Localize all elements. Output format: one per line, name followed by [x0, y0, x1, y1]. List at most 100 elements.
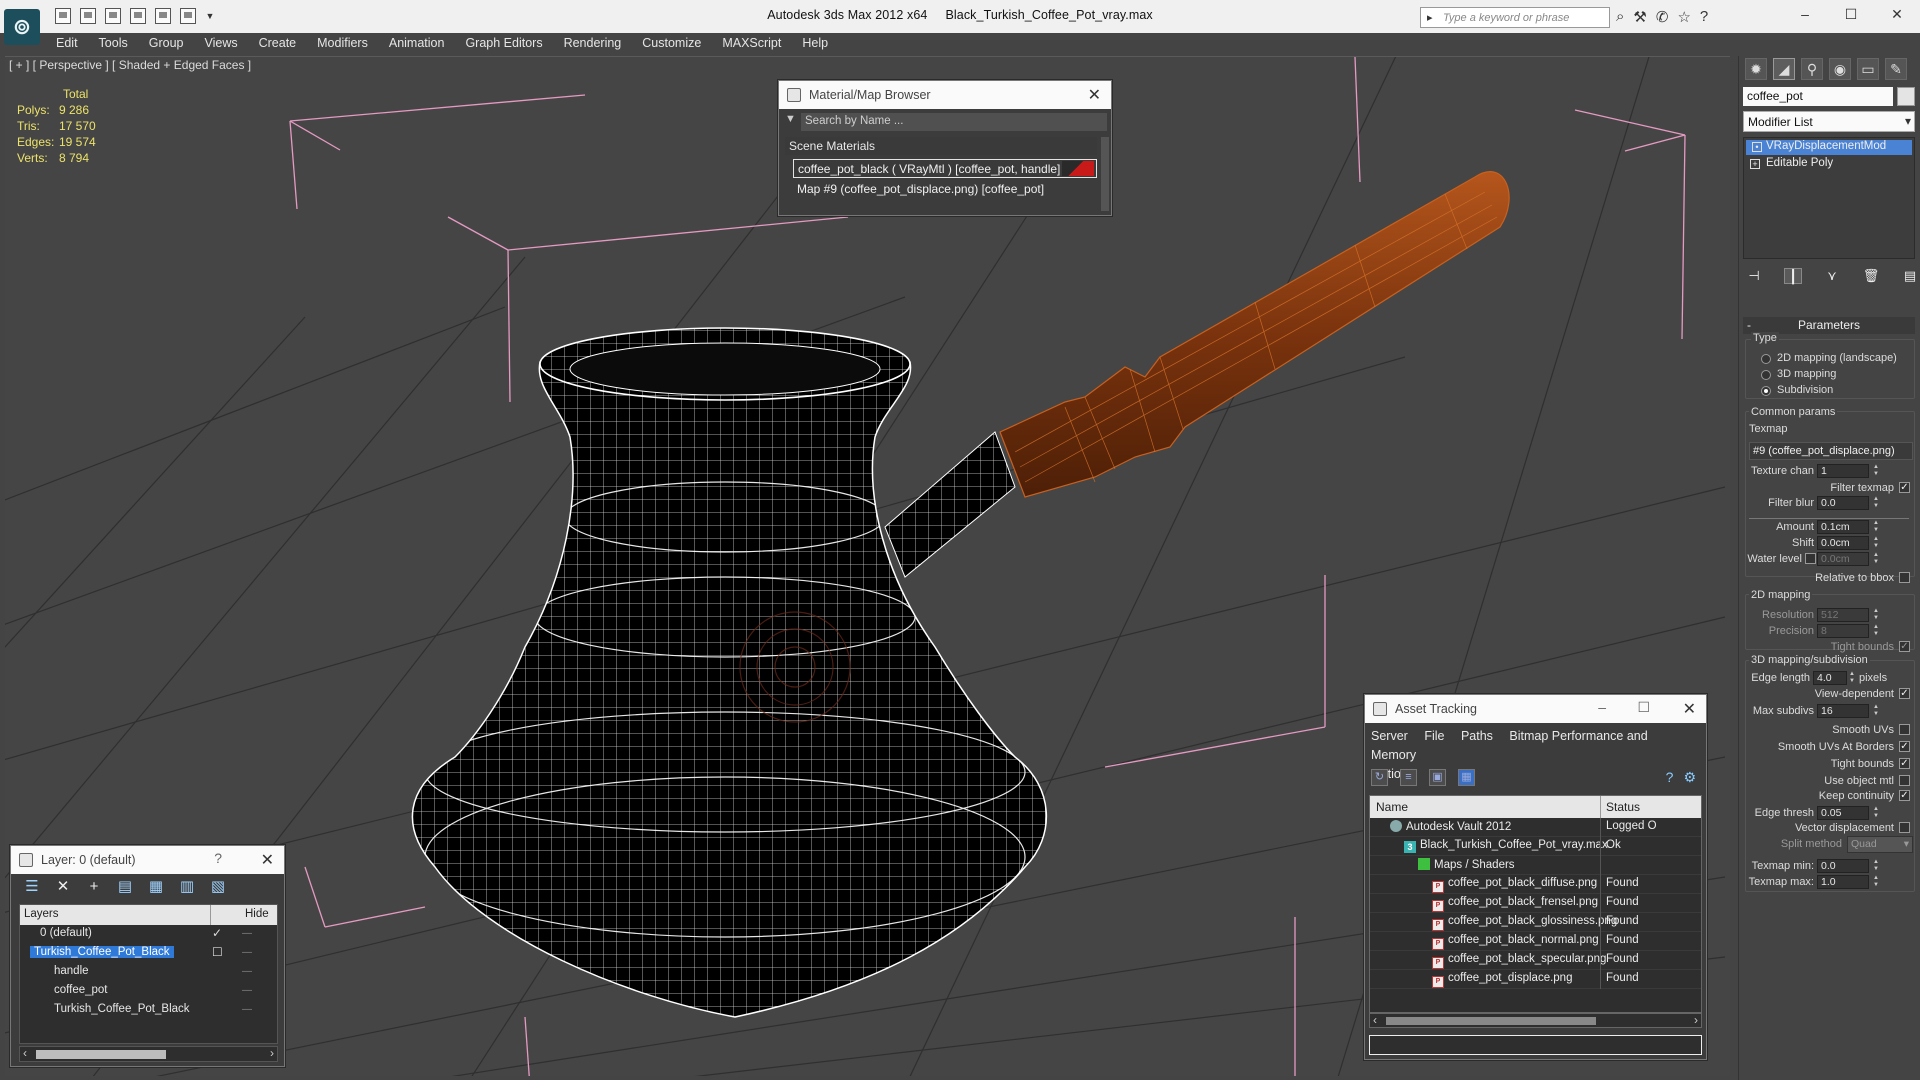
subscription-icon[interactable]: ⚒ — [1633, 8, 1646, 26]
col-layers[interactable]: Layers — [24, 908, 59, 920]
highlight-layer-icon[interactable]: ▦ — [147, 878, 165, 896]
scroll-left-icon[interactable]: ‹ — [23, 1046, 27, 1060]
asset-row[interactable]: Pcoffee_pot_black_diffuse.png Found — [1370, 875, 1701, 894]
create-tab-icon[interactable]: ✹ — [1745, 58, 1767, 80]
thumbnail-view-icon[interactable]: ▣ — [1429, 769, 1446, 786]
pin-stack-icon[interactable]: ⊣ — [1745, 268, 1763, 284]
menu-file[interactable]: File — [1424, 729, 1444, 743]
spinner-arrows-icon[interactable]: ▲ ▼ — [1873, 704, 1880, 718]
menu-maxscript[interactable]: MAXScript — [722, 33, 781, 55]
menu-animation[interactable]: Animation — [389, 33, 445, 55]
communication-icon[interactable]: ✆ — [1656, 8, 1669, 26]
menu-server[interactable]: Server — [1371, 729, 1408, 743]
list-view-icon[interactable]: ≡ — [1400, 769, 1417, 786]
refresh-icon[interactable]: ↻ — [1371, 769, 1388, 786]
vector-displacement-checkbox[interactable] — [1899, 822, 1910, 833]
use-object-mtl-checkbox[interactable] — [1899, 775, 1910, 786]
layer-row[interactable]: handle — — [20, 963, 277, 982]
spinner-arrows-icon[interactable]: ▲ ▼ — [1873, 875, 1880, 889]
expand-icon[interactable]: + — [1750, 159, 1760, 169]
active-layer-check-icon[interactable]: ✓ — [212, 926, 222, 940]
spinner-arrows-icon[interactable]: ▲ ▼ — [1873, 496, 1880, 510]
smooth-uvs-checkbox[interactable] — [1899, 724, 1910, 735]
set-active-box-icon[interactable]: ☐ — [212, 945, 223, 959]
menu-paths[interactable]: Paths — [1461, 729, 1493, 743]
object-color-swatch[interactable] — [1897, 87, 1915, 106]
delete-layer-icon[interactable]: ✕ — [54, 878, 72, 896]
material-row[interactable]: coffee_pot_black ( VRayMtl ) [coffee_pot… — [793, 159, 1097, 178]
precision-spinner[interactable]: 8 — [1817, 624, 1869, 638]
asset-row[interactable]: Pcoffee_pot_black_glossiness.png Found — [1370, 913, 1701, 932]
open-file-icon[interactable] — [80, 8, 96, 24]
material-browser-titlebar[interactable]: Material/Map Browser ✕ — [779, 81, 1111, 109]
settings-icon[interactable]: ⚙ — [1683, 769, 1696, 786]
table-view-icon[interactable]: ▦ — [1458, 769, 1475, 786]
motion-tab-icon[interactable]: ◉ — [1829, 58, 1851, 80]
scroll-right-icon[interactable]: › — [1694, 1013, 1698, 1027]
scroll-left-icon[interactable]: ‹ — [1373, 1013, 1377, 1027]
close-icon[interactable]: ✕ — [1088, 85, 1101, 105]
spinner-arrows-icon[interactable]: ▲ ▼ — [1849, 671, 1856, 685]
menu-bitmap-performance[interactable]: Bitmap Performance and Memory — [1371, 729, 1648, 762]
shift-spinner[interactable]: 0.0cm — [1817, 536, 1869, 550]
menu-rendering[interactable]: Rendering — [564, 33, 622, 55]
layer-row[interactable]: Turkish_Coffee_Pot_Black — — [20, 1001, 277, 1020]
help-search-input[interactable]: Type a keyword or phrase — [1420, 7, 1610, 28]
asset-path-field[interactable] — [1369, 1035, 1702, 1055]
browser-options-icon[interactable]: ▼ — [785, 113, 796, 125]
filter-blur-spinner[interactable]: 0.0 — [1817, 496, 1869, 510]
utilities-tab-icon[interactable]: ✎ — [1885, 58, 1907, 80]
material-browser-scrollbar[interactable] — [1101, 137, 1109, 211]
modify-tab-icon[interactable]: ◢ — [1773, 58, 1795, 80]
filter-texmap-checkbox[interactable]: ✓ — [1899, 482, 1910, 493]
hierarchy-tab-icon[interactable]: ⚲ — [1801, 58, 1823, 80]
col-status[interactable]: Status — [1606, 800, 1640, 814]
texture-chan-spinner[interactable]: 1 — [1817, 464, 1869, 478]
water-level-checkbox[interactable] — [1805, 553, 1816, 564]
asset-row[interactable]: Autodesk Vault 2012 Logged O — [1370, 818, 1701, 837]
hide-toggle[interactable]: — — [242, 966, 252, 977]
hide-toggle[interactable]: — — [242, 985, 252, 996]
favorites-icon[interactable]: ☆ — [1677, 8, 1690, 26]
project-folder-icon[interactable] — [180, 8, 196, 24]
menu-modifiers[interactable]: Modifiers — [317, 33, 368, 55]
menu-edit[interactable]: Edit — [56, 33, 78, 55]
asset-row[interactable]: Pcoffee_pot_displace.png Found — [1370, 970, 1701, 989]
texmap-min-spinner[interactable]: 0.0 — [1817, 859, 1869, 873]
save-file-icon[interactable] — [105, 8, 121, 24]
radio-subdivision[interactable] — [1761, 386, 1771, 396]
smooth-uvs-borders-checkbox[interactable]: ✓ — [1899, 741, 1910, 752]
select-in-layer-icon[interactable]: ▤ — [116, 878, 134, 896]
layer-row[interactable]: Turkish_Coffee_Pot_Black ☐ — — [20, 944, 277, 963]
max-subdivs-spinner[interactable]: 16 — [1817, 704, 1869, 718]
hide-toggle[interactable]: — — [242, 947, 252, 958]
amount-spinner[interactable]: 0.1cm — [1817, 520, 1869, 534]
spinner-arrows-icon[interactable]: ▲ ▼ — [1873, 806, 1880, 820]
stack-item-vray-displacement[interactable]: • VRayDisplacementMod — [1746, 140, 1912, 155]
spinner-arrows-icon[interactable]: ▲ ▼ — [1873, 520, 1880, 534]
material-search-input[interactable]: Search by Name ... — [801, 113, 1107, 131]
viewport-label[interactable]: [ + ] [ Perspective ] [ Shaded + Edged F… — [9, 58, 251, 72]
scroll-thumb[interactable] — [1386, 1017, 1596, 1025]
menu-graph-editors[interactable]: Graph Editors — [465, 33, 542, 55]
asset-row[interactable]: Maps / Shaders — [1370, 856, 1701, 875]
menu-tools[interactable]: Tools — [99, 33, 128, 55]
binoculars-icon[interactable]: ⌕ — [1616, 8, 1624, 26]
object-name-field[interactable]: coffee_pot — [1743, 87, 1893, 106]
close-icon[interactable]: ✕ — [1683, 699, 1696, 719]
view-dependent-checkbox[interactable]: ✓ — [1899, 688, 1910, 699]
water-level-spinner[interactable]: 0.0cm — [1817, 552, 1869, 566]
spinner-arrows-icon[interactable]: ▲ ▼ — [1873, 608, 1880, 622]
redo-icon[interactable] — [155, 8, 171, 24]
radio-3d-mapping[interactable] — [1761, 370, 1771, 380]
qat-dropdown-icon[interactable]: ▼ — [205, 8, 215, 24]
menu-group[interactable]: Group — [149, 33, 184, 55]
texmap-button[interactable]: #9 (coffee_pot_displace.png) — [1749, 442, 1913, 460]
layer-row[interactable]: 0 (default) ✓ — — [20, 925, 277, 944]
spinner-arrows-icon[interactable]: ▲ ▼ — [1873, 624, 1880, 638]
minimize-icon[interactable]: – — [1598, 699, 1606, 715]
split-method-dropdown[interactable]: Quad — [1847, 836, 1913, 853]
hide-toggle[interactable]: — — [242, 1004, 252, 1015]
add-to-layer-icon[interactable]: + — [85, 878, 103, 896]
layer-row[interactable]: coffee_pot — — [20, 982, 277, 1001]
